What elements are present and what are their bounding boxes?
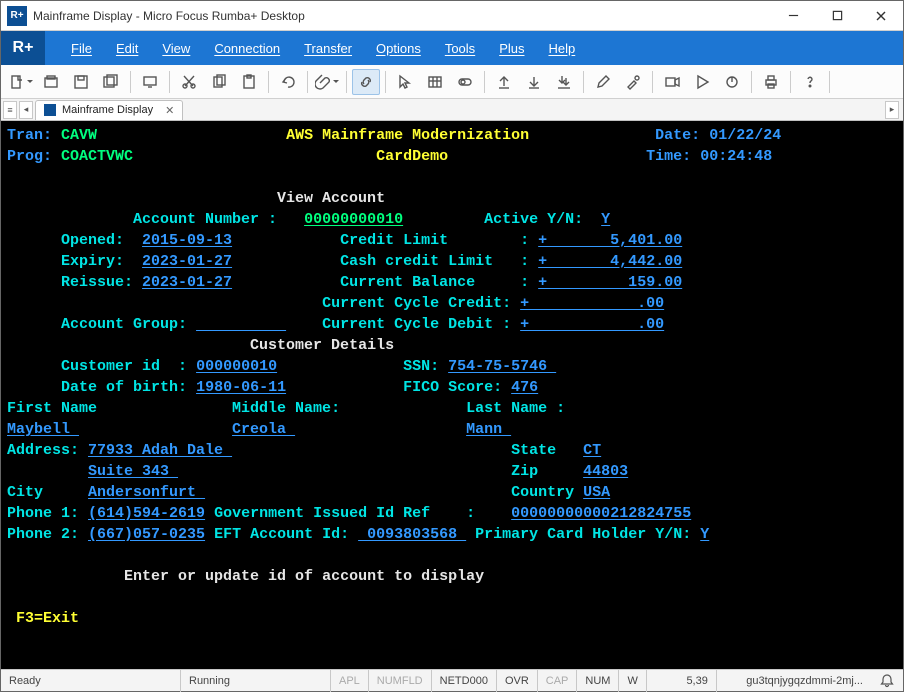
country-field[interactable]: USA bbox=[583, 484, 610, 501]
edit-icon[interactable] bbox=[589, 69, 617, 95]
address1-field[interactable]: 77933 Adah Dale bbox=[88, 442, 232, 459]
phone2-field[interactable]: (667)057-0235 bbox=[88, 526, 205, 543]
eyedropper-icon[interactable] bbox=[619, 69, 647, 95]
menu-tools[interactable]: Tools bbox=[433, 41, 487, 56]
status-apl: APL bbox=[331, 670, 369, 692]
attach-icon[interactable] bbox=[313, 69, 341, 95]
new-icon[interactable] bbox=[7, 69, 35, 95]
status-ready: Ready bbox=[1, 670, 181, 692]
cycle-debit-field[interactable]: + .00 bbox=[520, 316, 664, 333]
app-badge[interactable]: R+ bbox=[1, 31, 45, 65]
account-group-field[interactable] bbox=[196, 316, 286, 333]
download-icon[interactable] bbox=[520, 69, 548, 95]
current-balance-field[interactable]: + 159.00 bbox=[538, 274, 682, 291]
customer-id-field[interactable]: 000000010 bbox=[196, 358, 277, 375]
gov-id-field[interactable]: 00000000000212824755 bbox=[511, 505, 691, 522]
paste-icon[interactable] bbox=[235, 69, 263, 95]
cycle-credit-field[interactable]: + .00 bbox=[520, 295, 664, 312]
status-tail: gu3tqnjygqzdmmi-2mj... bbox=[738, 670, 871, 692]
prompt-text: Enter or update id of account to display bbox=[124, 568, 484, 585]
middle-name-field[interactable]: Creola bbox=[232, 421, 295, 438]
print-icon[interactable] bbox=[757, 69, 785, 95]
reissue-field[interactable]: 2023-01-27 bbox=[142, 274, 232, 291]
menu-bar: R+ File Edit View Connection Transfer Op… bbox=[1, 31, 903, 65]
tab-strip: ≡ ◂ Mainframe Display ✕ ▸ bbox=[1, 99, 903, 121]
menu-transfer[interactable]: Transfer bbox=[292, 41, 364, 56]
expiry-field[interactable]: 2023-01-27 bbox=[142, 253, 232, 270]
tab-close-icon[interactable]: ✕ bbox=[165, 104, 174, 117]
zip-field[interactable]: 44803 bbox=[583, 463, 628, 480]
fkey-hint: F3=Exit bbox=[16, 610, 79, 627]
menu-help[interactable]: Help bbox=[536, 41, 587, 56]
download-all-icon[interactable] bbox=[550, 69, 578, 95]
ssn-field[interactable]: 754-75-5746 bbox=[448, 358, 556, 375]
status-cap: CAP bbox=[538, 670, 578, 692]
status-numfld: NUMFLD bbox=[369, 670, 432, 692]
cursor-icon[interactable] bbox=[391, 69, 419, 95]
notification-bell-icon[interactable] bbox=[879, 673, 895, 689]
dob-field[interactable]: 1980-06-11 bbox=[196, 379, 286, 396]
status-netd: NETD000 bbox=[432, 670, 497, 692]
cash-limit-field[interactable]: + 4,442.00 bbox=[538, 253, 682, 270]
menu-connection[interactable]: Connection bbox=[202, 41, 292, 56]
tab-icon bbox=[44, 104, 56, 116]
close-button[interactable] bbox=[859, 1, 903, 31]
opened-field[interactable]: 2015-09-13 bbox=[142, 232, 232, 249]
undo-icon[interactable] bbox=[274, 69, 302, 95]
status-cursor-pos: 5,39 bbox=[647, 670, 717, 692]
tab-label: Mainframe Display bbox=[62, 104, 153, 116]
upload-icon[interactable] bbox=[490, 69, 518, 95]
save-icon[interactable] bbox=[67, 69, 95, 95]
primary-card-holder-field[interactable]: Y bbox=[700, 526, 709, 543]
status-running: Running bbox=[181, 670, 331, 692]
active-field[interactable]: Y bbox=[601, 211, 610, 228]
terminal-screen[interactable]: Tran: CAVW AWS Mainframe Modernization D… bbox=[1, 121, 903, 669]
window-title: Mainframe Display - Micro Focus Rumba+ D… bbox=[33, 9, 771, 23]
app-window: R+ Mainframe Display - Micro Focus Rumba… bbox=[0, 0, 904, 692]
menu-view[interactable]: View bbox=[150, 41, 202, 56]
open-icon[interactable] bbox=[37, 69, 65, 95]
city-field[interactable]: Andersonfurt bbox=[88, 484, 205, 501]
last-name-field[interactable]: Mann bbox=[466, 421, 511, 438]
address2-field[interactable]: Suite 343 bbox=[88, 463, 178, 480]
screen-icon[interactable] bbox=[136, 69, 164, 95]
help-icon[interactable] bbox=[796, 69, 824, 95]
tab-mainframe-display[interactable]: Mainframe Display ✕ bbox=[35, 100, 183, 120]
cut-icon[interactable] bbox=[175, 69, 203, 95]
status-num: NUM bbox=[577, 670, 619, 692]
link-icon[interactable] bbox=[352, 69, 380, 95]
first-name-field[interactable]: Maybell bbox=[7, 421, 79, 438]
menu-file[interactable]: File bbox=[59, 41, 104, 56]
minimize-button[interactable] bbox=[771, 1, 815, 31]
grid-icon[interactable] bbox=[421, 69, 449, 95]
title-bar: R+ Mainframe Display - Micro Focus Rumba… bbox=[1, 1, 903, 31]
status-bar: Ready Running APL NUMFLD NETD000 OVR CAP… bbox=[1, 669, 903, 691]
eft-field[interactable]: 0093803568 bbox=[358, 526, 466, 543]
menu-options[interactable]: Options bbox=[364, 41, 433, 56]
state-field[interactable]: CT bbox=[583, 442, 601, 459]
menu-edit[interactable]: Edit bbox=[104, 41, 150, 56]
record-icon[interactable] bbox=[658, 69, 686, 95]
status-ovr: OVR bbox=[497, 670, 538, 692]
credit-limit-field[interactable]: + 5,401.00 bbox=[538, 232, 682, 249]
power-icon[interactable] bbox=[718, 69, 746, 95]
app-icon: R+ bbox=[7, 6, 27, 26]
copy-icon[interactable] bbox=[205, 69, 233, 95]
tab-scroll-right[interactable]: ▸ bbox=[885, 101, 899, 119]
fico-field[interactable]: 476 bbox=[511, 379, 538, 396]
save-all-icon[interactable] bbox=[97, 69, 125, 95]
account-number-field[interactable]: 00000000010 bbox=[304, 211, 403, 228]
tab-scroll-left[interactable]: ◂ bbox=[19, 101, 33, 119]
status-w: W bbox=[619, 670, 646, 692]
maximize-button[interactable] bbox=[815, 1, 859, 31]
menu-plus[interactable]: Plus bbox=[487, 41, 536, 56]
play-icon[interactable] bbox=[688, 69, 716, 95]
phone1-field[interactable]: (614)594-2619 bbox=[88, 505, 205, 522]
toolbar bbox=[1, 65, 903, 99]
tab-scroll-menu[interactable]: ≡ bbox=[3, 101, 17, 119]
toggle-icon[interactable] bbox=[451, 69, 479, 95]
